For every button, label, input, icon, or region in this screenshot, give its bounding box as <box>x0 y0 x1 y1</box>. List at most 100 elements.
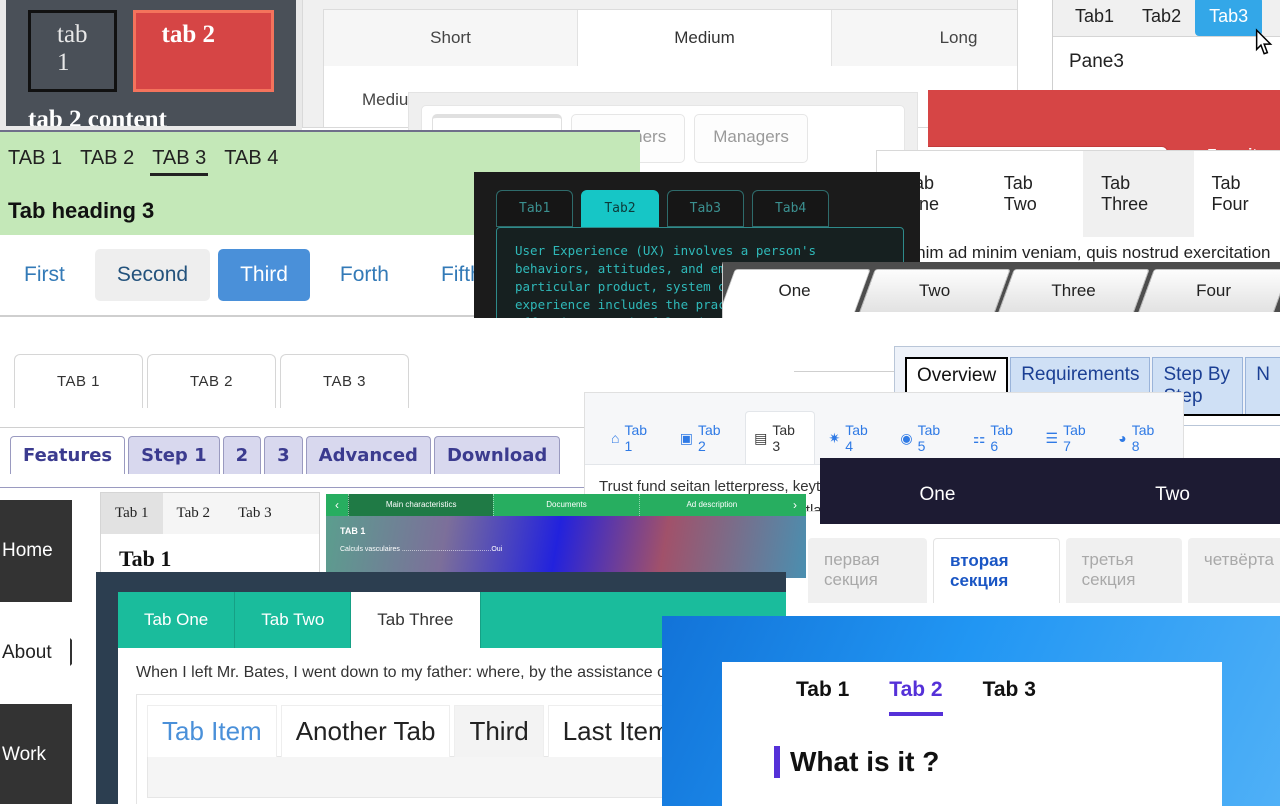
carousel-tablist[interactable]: ‹ Main characteristics Documents Ad desc… <box>326 494 806 516</box>
tab-advanced[interactable]: Advanced <box>305 436 431 474</box>
tab-tab-four[interactable]: Tab Four <box>1194 151 1280 237</box>
tab-colors[interactable]: Colors <box>928 146 1168 150</box>
tab-tab3[interactable]: Tab3 <box>1195 0 1263 36</box>
tab-skew-four[interactable]: Four <box>1137 269 1280 312</box>
blue-card-tablist[interactable]: Tab 1 Tab 2 Tab 3 <box>722 662 1222 716</box>
tab-serif-3[interactable]: Tab 3 <box>224 493 286 534</box>
icon-tablist[interactable]: ⌂ Tab 1 ▣ Tab 2 ▤ Tab 3 ✷ Tab 4 ◉ Tab 5 … <box>585 393 1183 465</box>
tab-icon-7[interactable]: ☰ Tab 7 <box>1038 412 1105 464</box>
tab-main-characteristics[interactable]: Main characteristics <box>348 494 494 516</box>
tab-tech-3[interactable]: Tab3 <box>666 190 744 227</box>
tab-step-1[interactable]: Step 1 <box>128 436 220 474</box>
tab-navy-one[interactable]: One <box>820 458 1055 524</box>
sidebar-item-home[interactable]: Home <box>0 500 72 602</box>
tab-icon-3-label: Tab 3 <box>772 422 795 454</box>
tab-blue-1[interactable]: Tab 1 <box>796 678 849 716</box>
carousel-content-line: Calculs vasculaires ....................… <box>340 546 503 553</box>
tab-rounded-3[interactable]: TAB 3 <box>280 354 409 408</box>
tech-tablist[interactable]: Tab1 Tab2 Tab3 Tab4 <box>474 172 920 227</box>
tab-tab1[interactable]: Tab1 <box>1061 0 1128 36</box>
green-tablist[interactable]: TAB 1 TAB 2 TAB 3 TAB 4 <box>0 132 640 176</box>
tab-next[interactable]: N <box>1245 357 1280 414</box>
tab-green-1[interactable]: TAB 1 <box>6 144 64 176</box>
tab-features[interactable]: Features <box>10 436 126 474</box>
tab-icon-8-label: Tab 8 <box>1131 422 1155 454</box>
tab-ru-2[interactable]: вторая секция <box>933 538 1060 603</box>
skew-tablist[interactable]: One Two Three Four <box>723 265 1280 312</box>
tab-tech-1[interactable]: Tab1 <box>496 190 574 227</box>
red-tabs-panel: Favorites Colors <box>928 90 1280 150</box>
tab-tab-2[interactable]: tab 2 <box>132 10 274 92</box>
tab-icon-8[interactable]: ◕ Tab 8 <box>1110 412 1173 464</box>
tab-green-4[interactable]: TAB 4 <box>222 144 280 176</box>
pill-first[interactable]: First <box>2 249 87 301</box>
tab-skew-three-label: Three <box>1051 281 1096 300</box>
tab-ru-1[interactable]: первая секция <box>808 538 928 603</box>
blue-card: Tab 1 Tab 2 Tab 3 What is it ? <box>722 662 1222 806</box>
tab-tab-item[interactable]: Tab Item <box>147 705 277 757</box>
tab-green-3[interactable]: TAB 3 <box>150 144 209 176</box>
tab-long[interactable]: Long <box>832 10 1017 66</box>
tab-download[interactable]: Download <box>433 436 561 474</box>
sidebar-item-work[interactable]: Work <box>0 704 72 804</box>
tab-skew-two[interactable]: Two <box>858 269 1010 312</box>
tab-tab-three[interactable]: Tab Three <box>1083 151 1194 237</box>
tab-short[interactable]: Short <box>324 10 578 66</box>
tab-icon-1[interactable]: ⌂ Tab 1 <box>603 412 666 464</box>
tab-tab-two[interactable]: Tab Two <box>986 151 1083 237</box>
tab-managers[interactable]: Managers <box>694 114 808 163</box>
russian-tablist[interactable]: первая секция вторая секция третья секци… <box>790 524 1280 603</box>
tab-green-2[interactable]: TAB 2 <box>78 144 136 176</box>
tab-blue-2[interactable]: Tab 2 <box>889 678 943 716</box>
features-tabs-panel: Features Step 1 2 3 Advanced Download <box>0 428 584 488</box>
tab-ru-4[interactable]: четвёрта <box>1187 538 1280 603</box>
tab-blue-3[interactable]: Tab 3 <box>983 678 1036 716</box>
tab-serif-2[interactable]: Tab 2 <box>163 493 225 534</box>
tab-tech-4[interactable]: Tab4 <box>751 190 830 227</box>
tab-icon-2-label: Tab 2 <box>697 422 721 454</box>
pill-forth[interactable]: Forth <box>318 249 411 301</box>
features-tablist[interactable]: Features Step 1 2 3 Advanced Download <box>0 428 584 474</box>
jquery-tablist[interactable]: Tab1 Tab2 Tab3 <box>1053 0 1280 37</box>
navy-tablist[interactable]: One Two <box>820 458 1280 524</box>
tab-medium[interactable]: Medium <box>578 10 832 66</box>
tab-teal-three[interactable]: Tab Three <box>351 592 481 648</box>
gear-icon: ✷ <box>828 429 841 446</box>
tab-ru-3[interactable]: третья секция <box>1065 538 1182 603</box>
tab-skew-two-label: Two <box>918 281 950 300</box>
tab-rounded-1[interactable]: TAB 1 <box>14 354 143 408</box>
tab-icon-4[interactable]: ✷ Tab 4 <box>821 412 887 464</box>
tab-skew-one-label: One <box>778 281 811 300</box>
tab-navy-two[interactable]: Two <box>1055 458 1280 524</box>
tab-third[interactable]: Third <box>454 705 544 757</box>
short-medium-long-tablist[interactable]: Short Medium Long <box>323 9 1017 66</box>
tab-tab2[interactable]: Tab2 <box>1128 0 1195 36</box>
tab-icon-6[interactable]: ⚏ Tab 6 <box>965 412 1032 464</box>
tab-serif-1[interactable]: Tab 1 <box>101 493 163 534</box>
tab-step-3[interactable]: 3 <box>264 436 303 474</box>
tab-teal-two[interactable]: Tab Two <box>235 592 352 648</box>
tab-tab-1[interactable]: tab 1 <box>28 10 117 92</box>
tab-ad-description[interactable]: Ad description <box>638 494 784 516</box>
tab-skew-three[interactable]: Three <box>998 269 1150 312</box>
tab-favorites[interactable]: Favorites <box>1207 146 1274 150</box>
tab-skew-one[interactable]: One <box>723 269 871 312</box>
tab-documents[interactable]: Documents <box>493 494 638 516</box>
chevron-right-icon[interactable]: › <box>783 494 806 516</box>
tab-rounded-2[interactable]: TAB 2 <box>147 354 276 408</box>
dark-tablist[interactable]: tab 1 tab 2 <box>28 10 274 92</box>
tab-teal-one[interactable]: Tab One <box>118 592 236 648</box>
tab-icon-2[interactable]: ▣ Tab 2 <box>672 412 739 464</box>
sidebar-item-about[interactable]: About <box>0 602 72 704</box>
pill-second[interactable]: Second <box>94 249 211 301</box>
tab-icon-5[interactable]: ◉ Tab 5 <box>892 412 958 464</box>
tab-tech-2[interactable]: Tab2 <box>581 190 659 227</box>
tab-skew-four-label: Four <box>1195 281 1231 300</box>
tab-another-tab[interactable]: Another Tab <box>280 705 451 757</box>
chevron-left-icon[interactable]: ‹ <box>326 494 348 516</box>
pill-third[interactable]: Third <box>218 249 310 301</box>
tab-icon-3[interactable]: ▤ Tab 3 <box>745 411 815 464</box>
tab-step-2[interactable]: 2 <box>222 436 262 474</box>
serif-tablist[interactable]: Tab 1 Tab 2 Tab 3 <box>101 493 319 534</box>
plain-tablist[interactable]: Tab One Tab Two Tab Three Tab Four <box>877 151 1280 237</box>
